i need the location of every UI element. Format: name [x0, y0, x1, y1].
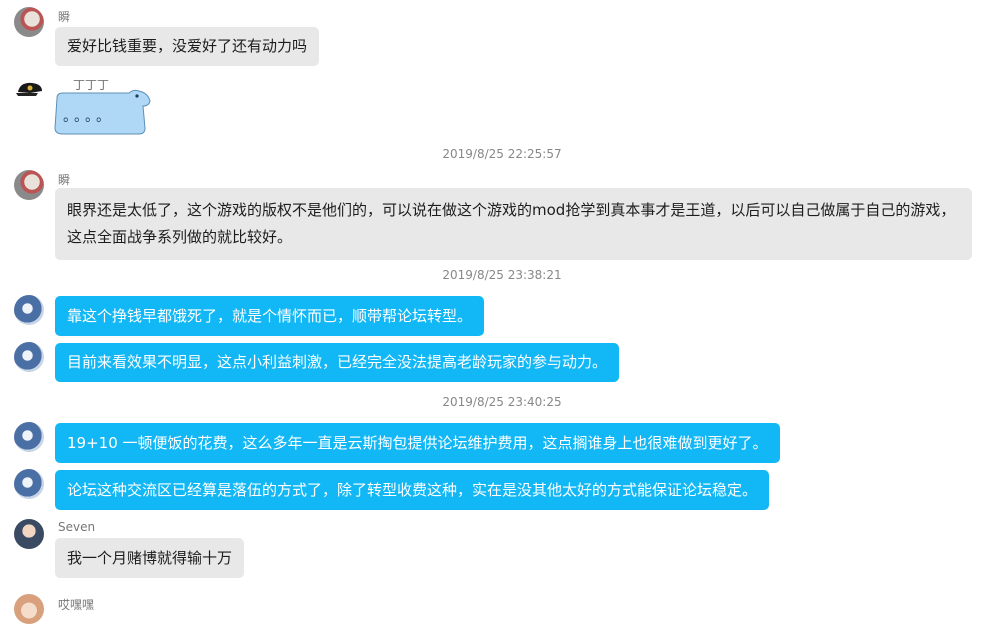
sender-name: 瞬	[58, 173, 71, 187]
sender-name: Seven	[58, 520, 96, 534]
timestamp: 2019/8/25 23:40:25	[442, 395, 562, 409]
avatar[interactable]	[16, 80, 44, 98]
pilot-cap-icon	[16, 82, 42, 96]
avatar[interactable]	[14, 170, 44, 200]
avatar[interactable]	[14, 342, 44, 372]
timestamp: 2019/8/25 22:25:57	[442, 147, 562, 161]
message-bubble: 论坛这种交流区已经算是落伍的方式了，除了转型收费这种，实在是没其他太好的方式能保…	[55, 470, 770, 510]
message-bubble: 眼界还是太低了，这个游戏的版权不是他们的，可以说在做这个游戏的mod抢学到真本事…	[55, 188, 972, 260]
message-bubble: 靠这个挣钱早都饿死了，就是个情怀而已，顺带帮论坛转型。	[55, 296, 485, 336]
avatar[interactable]	[14, 7, 44, 37]
sticker-bubble: 。。。。	[53, 88, 151, 136]
sender-name: 哎嘿嘿	[58, 598, 95, 612]
avatar[interactable]	[14, 594, 44, 624]
avatar[interactable]	[14, 295, 44, 325]
sender-name: 瞬	[58, 10, 71, 24]
message-bubble: 爱好比钱重要，没爱好了还有动力吗	[55, 27, 320, 66]
message-bubble: 目前来看效果不明显，这点小利益刺激，已经完全没法提高老龄玩家的参与动力。	[55, 343, 620, 382]
avatar[interactable]	[14, 469, 44, 499]
avatar[interactable]	[14, 519, 44, 549]
message-bubble: 我一个月赌博就得输十万	[55, 538, 245, 578]
avatar[interactable]	[14, 422, 44, 452]
message-bubble: 19+10 一顿便饭的花费，这么多年一直是云斯掏包提供论坛维护费用，这点搁谁身上…	[55, 423, 780, 463]
timestamp: 2019/8/25 23:38:21	[442, 268, 562, 282]
sticker-text: 。。。。	[63, 109, 114, 125]
